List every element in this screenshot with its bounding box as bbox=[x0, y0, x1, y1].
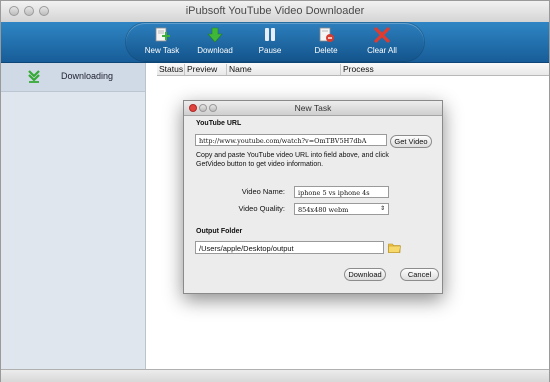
video-quality-label: Video Quality: bbox=[238, 204, 285, 213]
new-task-icon bbox=[153, 27, 171, 43]
column-name[interactable]: Name bbox=[226, 64, 252, 75]
folder-icon[interactable] bbox=[388, 242, 401, 253]
dialog-title-bar: New Task bbox=[184, 101, 442, 116]
dialog-title: New Task bbox=[294, 103, 332, 113]
clear-all-button[interactable]: Clear All bbox=[352, 25, 412, 61]
pause-button[interactable]: Pause bbox=[240, 25, 300, 61]
youtube-url-input[interactable]: http://www.youtube.com/watch?v=OmTBV5H7d… bbox=[195, 134, 387, 146]
download-button[interactable]: Download bbox=[185, 25, 245, 61]
column-status[interactable]: Status bbox=[157, 64, 183, 75]
download-label: Download bbox=[197, 46, 233, 55]
download-arrow-icon bbox=[206, 27, 224, 43]
pause-label: Pause bbox=[258, 46, 282, 55]
clear-all-x-icon bbox=[373, 27, 391, 43]
video-name-label: Video Name: bbox=[241, 187, 285, 196]
toolbar-group: New Task Download Pause Delete Clear All bbox=[126, 23, 424, 61]
column-process[interactable]: Process bbox=[340, 64, 374, 75]
new-task-button[interactable]: New Task bbox=[132, 25, 192, 61]
delete-label: Delete bbox=[314, 46, 338, 55]
delete-document-icon bbox=[317, 27, 335, 43]
clear-all-label: Clear All bbox=[367, 46, 397, 55]
youtube-url-heading: YouTube URL bbox=[196, 120, 242, 127]
chevron-updown-icon: ⇕ bbox=[379, 205, 385, 212]
sidebar: Downloading bbox=[1, 63, 146, 369]
title-bar: iPubsoft YouTube Video Downloader bbox=[1, 1, 549, 23]
pause-icon bbox=[261, 27, 279, 43]
cancel-button[interactable]: Cancel bbox=[400, 268, 439, 281]
video-quality-value: 854x480 webm bbox=[298, 206, 349, 214]
column-preview[interactable]: Preview bbox=[184, 64, 217, 75]
sidebar-item-label: Downloading bbox=[61, 71, 114, 81]
window-title: iPubsoft YouTube Video Downloader bbox=[185, 5, 365, 17]
video-quality-select[interactable]: 854x480 webm ⇕ bbox=[294, 203, 389, 215]
url-hint-text: Copy and paste YouTube video URL into fi… bbox=[196, 152, 389, 168]
download-dialog-button[interactable]: Download bbox=[344, 268, 386, 281]
sidebar-item-downloading[interactable]: Downloading bbox=[1, 63, 145, 92]
output-folder-input[interactable]: /Users/apple/Desktop/output bbox=[195, 241, 384, 254]
video-name-input[interactable]: iphone 5 vs iphone 4s bbox=[294, 186, 389, 198]
status-bar bbox=[1, 369, 549, 382]
toolbar: New Task Download Pause Delete Clear All bbox=[1, 22, 549, 63]
task-list-header: Status Preview Name Process bbox=[157, 63, 549, 76]
output-folder-heading: Output Folder bbox=[196, 228, 243, 235]
new-task-dialog: New Task YouTube URL http://www.youtube.… bbox=[183, 100, 443, 294]
download-arrow-icon bbox=[28, 69, 40, 83]
new-task-label: New Task bbox=[144, 46, 180, 55]
get-video-button[interactable]: Get Video bbox=[390, 135, 432, 148]
delete-button[interactable]: Delete bbox=[296, 25, 356, 61]
